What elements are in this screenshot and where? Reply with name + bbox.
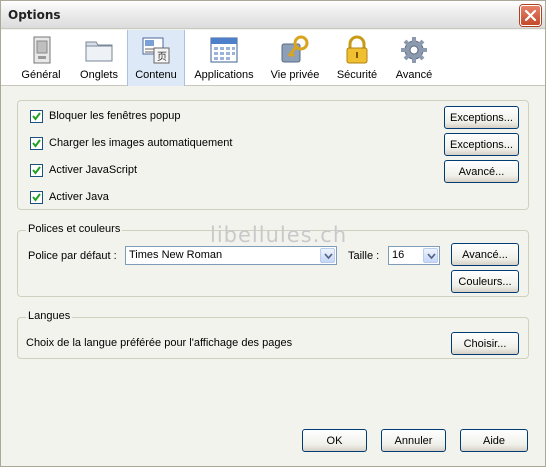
- block-popups-label: Bloquer les fenêtres popup: [49, 110, 181, 122]
- enable-java-checkbox[interactable]: [30, 191, 43, 204]
- content-options-group: Bloquer les fenêtres popup Exceptions...…: [17, 100, 529, 210]
- colors-button[interactable]: Couleurs...: [451, 270, 519, 293]
- help-button[interactable]: Aide: [460, 429, 528, 452]
- applications-calendar-icon: [210, 37, 238, 63]
- tab-privacy-label: Vie privée: [270, 69, 320, 81]
- options-window: Options Général Onglets 页 Contenu Applic…: [0, 0, 546, 467]
- advanced-gear-icon: [401, 37, 427, 63]
- choose-language-button[interactable]: Choisir...: [451, 332, 519, 355]
- enable-java-label: Activer Java: [49, 191, 109, 203]
- tab-security-label: Sécurité: [336, 69, 378, 81]
- images-exceptions-button[interactable]: Exceptions...: [444, 133, 519, 156]
- tab-applications-label: Applications: [194, 69, 254, 81]
- languages-group: Langues Choix de la langue préférée pour…: [17, 310, 529, 359]
- close-icon: [524, 9, 537, 22]
- size-label: Taille :: [348, 250, 380, 262]
- checkmark-icon: [32, 112, 41, 121]
- tab-advanced-label: Avancé: [395, 69, 433, 81]
- default-font-label: Police par défaut :: [28, 250, 117, 262]
- cancel-button[interactable]: Annuler: [381, 429, 446, 452]
- language-description: Choix de la langue préférée pour l'affic…: [26, 337, 293, 349]
- privacy-key-icon: [281, 35, 309, 63]
- load-images-checkbox[interactable]: [30, 137, 43, 150]
- chevron-down-icon: [427, 253, 436, 259]
- enable-javascript-label: Activer JavaScript: [49, 164, 138, 176]
- font-size-select[interactable]: 16: [388, 246, 440, 265]
- enable-javascript-checkbox[interactable]: [30, 164, 43, 177]
- font-size-value: 16: [392, 249, 405, 261]
- tab-tabs[interactable]: Onglets: [75, 30, 123, 86]
- tab-content[interactable]: 页 Contenu: [127, 30, 185, 86]
- dropdown-arrow[interactable]: [320, 248, 335, 263]
- tab-privacy[interactable]: Vie privée: [265, 30, 325, 86]
- default-font-select[interactable]: Times New Roman: [125, 246, 337, 265]
- dropdown-arrow[interactable]: [423, 248, 438, 263]
- svg-text:页: 页: [157, 51, 167, 63]
- tab-tabs-label: Onglets: [80, 69, 118, 81]
- checkmark-icon: [32, 193, 41, 202]
- general-panel-icon: [33, 36, 51, 64]
- content-icon: 页: [142, 37, 170, 64]
- fonts-advanced-button[interactable]: Avancé...: [451, 243, 519, 266]
- block-popups-checkbox[interactable]: [30, 110, 43, 123]
- options-toolbar: Général Onglets 页 Contenu Applications V…: [1, 30, 545, 86]
- watermark: libellules.ch: [210, 223, 348, 247]
- tabs-folder-icon: [85, 41, 113, 62]
- popup-exceptions-button[interactable]: Exceptions...: [444, 106, 519, 129]
- chevron-down-icon: [324, 253, 333, 259]
- load-images-label: Charger les images automatiquement: [49, 137, 233, 149]
- tab-advanced[interactable]: Avancé: [389, 30, 439, 86]
- security-lock-icon: [346, 35, 368, 64]
- tab-general[interactable]: Général: [17, 30, 65, 86]
- window-title: Options: [8, 8, 61, 22]
- close-button[interactable]: [520, 5, 541, 26]
- tab-content-label: Contenu: [135, 69, 177, 81]
- fonts-colors-legend: Polices et couleurs: [26, 223, 123, 235]
- ok-button[interactable]: OK: [302, 429, 367, 452]
- tab-applications[interactable]: Applications: [189, 30, 259, 86]
- javascript-advanced-button[interactable]: Avancé...: [444, 160, 519, 183]
- tab-security[interactable]: Sécurité: [331, 30, 383, 86]
- tab-general-label: Général: [21, 69, 61, 81]
- title-bar: Options: [1, 1, 545, 29]
- checkmark-icon: [32, 139, 41, 148]
- default-font-value: Times New Roman: [129, 249, 223, 261]
- checkmark-icon: [32, 166, 41, 175]
- languages-legend: Langues: [26, 310, 73, 322]
